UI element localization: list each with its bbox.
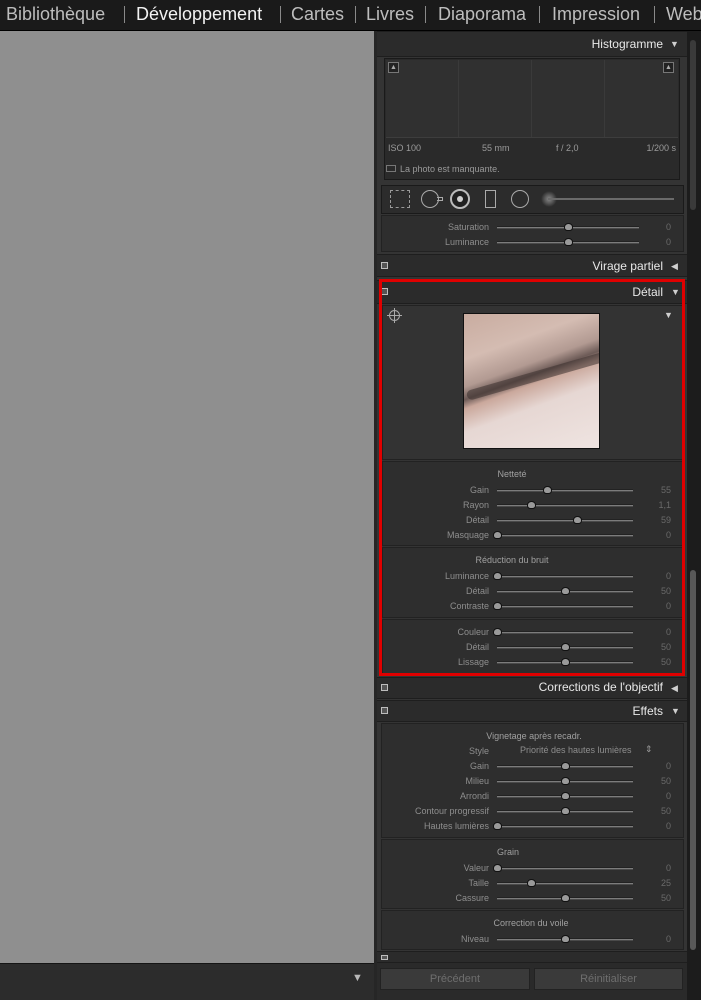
collapse-icon[interactable]: ▼	[671, 706, 680, 716]
slider-thumb[interactable]	[561, 792, 570, 800]
slider-value[interactable]: 0	[641, 791, 671, 801]
missing-photo-icon	[386, 165, 396, 172]
slider-thumb[interactable]	[564, 238, 573, 246]
module-separator	[539, 6, 540, 23]
vignette-style-label: Style	[468, 746, 489, 756]
slider-label: Cassure	[455, 893, 489, 903]
dehaze-title: Correction du voile	[493, 918, 569, 928]
panel-switch-icon[interactable]	[381, 262, 388, 269]
module-separator	[425, 6, 426, 23]
module-separator	[355, 6, 356, 23]
expand-icon[interactable]: ◀	[671, 261, 678, 272]
slider-label: Valeur	[463, 863, 489, 873]
expand-icon[interactable]: ◀	[671, 683, 678, 694]
module-tab-1[interactable]: Développement	[136, 3, 262, 25]
red-eye-center	[457, 196, 463, 202]
panel-switch-icon[interactable]	[381, 955, 388, 960]
slider-thumb[interactable]	[493, 822, 502, 830]
next-panel-header[interactable]	[377, 951, 687, 963]
focal-info: 55 mm	[482, 143, 510, 153]
slider-thumb[interactable]	[527, 879, 536, 887]
module-separator	[280, 6, 281, 23]
slider-value[interactable]: 0	[641, 237, 671, 247]
radial-filter-icon[interactable]	[511, 190, 529, 208]
module-tab-4[interactable]: Diaporama	[438, 3, 526, 25]
slider-value[interactable]: 0	[641, 222, 671, 232]
previous-button[interactable]: Précédent	[380, 968, 530, 990]
collapse-icon[interactable]: ▼	[670, 39, 679, 49]
slider-track[interactable]	[497, 825, 633, 828]
slider-track[interactable]	[497, 867, 633, 870]
slider-value[interactable]: 0	[641, 821, 671, 831]
slider-value[interactable]: 0	[641, 863, 671, 873]
module-separator	[124, 6, 125, 23]
slider-thumb[interactable]	[561, 807, 570, 815]
slider-label: Niveau	[460, 934, 489, 944]
slider-value[interactable]: 0	[641, 761, 671, 771]
vignette-style-select[interactable]: Priorité des hautes lumières	[520, 745, 632, 755]
select-arrows-icon[interactable]: ⇕	[645, 744, 653, 755]
spot-removal-arrow	[437, 197, 443, 201]
scrollbar-upper-thumb	[690, 40, 696, 210]
grain-title: Grain	[496, 847, 519, 857]
slider-value[interactable]: 50	[641, 806, 671, 816]
slider-label: Luminance	[444, 237, 489, 247]
effects-title: Effets	[632, 704, 663, 718]
filmstrip-toolbar	[0, 963, 374, 1000]
module-tab-5[interactable]: Impression	[552, 3, 640, 25]
highlight-clipping-icon[interactable]: ▲	[663, 62, 674, 73]
slider-label: Saturation	[447, 222, 489, 232]
slider-value[interactable]: 25	[641, 878, 671, 888]
virage-partiel-title: Virage partiel	[592, 259, 664, 273]
module-tab-0[interactable]: Bibliothèque	[6, 3, 105, 25]
slider-label: Hautes lumières	[423, 821, 489, 831]
scrollbar-thumb[interactable]	[690, 570, 696, 950]
reset-button[interactable]: Réinitialiser	[534, 968, 683, 990]
photo-canvas	[0, 31, 374, 963]
brush-slider[interactable]	[548, 198, 674, 200]
slider-thumb[interactable]	[493, 864, 502, 872]
slider-thumb[interactable]	[561, 762, 570, 770]
highlight-box	[379, 279, 685, 676]
histogram-title: Histogramme	[591, 37, 663, 51]
crop-overlay-icon[interactable]	[390, 190, 410, 208]
slider-thumb[interactable]	[561, 935, 570, 943]
slider-label: Arrondi	[459, 791, 489, 801]
slider-track[interactable]	[497, 882, 633, 885]
slider-label: Taille	[468, 878, 489, 888]
module-tab-2[interactable]: Cartes	[291, 3, 344, 25]
module-tab-3[interactable]: Livres	[366, 3, 414, 25]
panel-switch-icon[interactable]	[381, 684, 388, 691]
slider-value[interactable]: 50	[641, 776, 671, 786]
missing-photo-text: La photo est manquante.	[400, 164, 500, 174]
shutter-info: 1/200 s	[646, 143, 676, 153]
panel-switch-icon[interactable]	[381, 707, 388, 714]
iso-info: ISO 100	[388, 143, 422, 153]
slider-thumb[interactable]	[564, 223, 573, 231]
slider-value[interactable]: 0	[641, 934, 671, 944]
shadow-clipping-icon[interactable]: ▲	[388, 62, 399, 73]
graduated-filter-icon[interactable]	[485, 190, 496, 208]
aperture-info: f / 2,0	[556, 143, 579, 153]
dehaze-box	[381, 910, 684, 950]
histogram-graph	[386, 60, 678, 138]
module-separator	[654, 6, 655, 23]
slider-value[interactable]: 50	[641, 893, 671, 903]
slider-label: Milieu	[465, 776, 489, 786]
slider-label: Gain	[469, 761, 489, 771]
toolbar-dropdown-icon[interactable]: ▼	[352, 972, 363, 984]
slider-thumb[interactable]	[561, 894, 570, 902]
vignette-title: Vignetage après recadr.	[486, 731, 582, 741]
slider-thumb[interactable]	[561, 777, 570, 785]
slider-label: Contour progressif	[414, 806, 489, 816]
module-tab-6[interactable]: Web	[666, 3, 701, 25]
lens-corrections-title: Corrections de l'objectif	[538, 680, 663, 694]
